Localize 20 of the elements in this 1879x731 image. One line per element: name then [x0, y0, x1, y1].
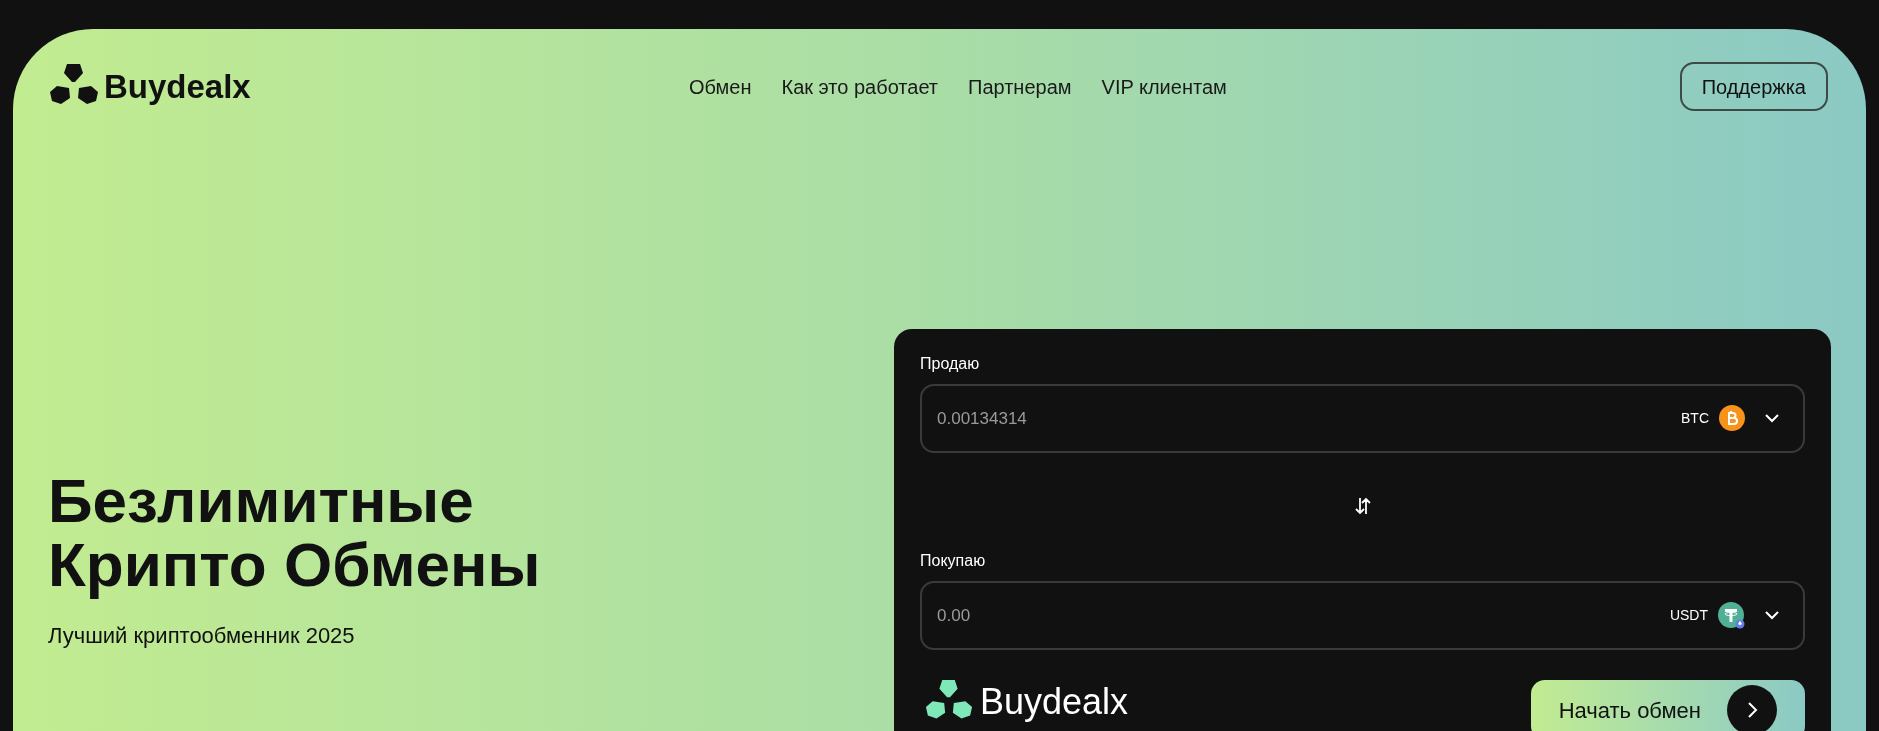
- arrow-right-icon: [1727, 685, 1777, 731]
- hero-subtitle: Лучший криптообменник 2025: [48, 621, 356, 650]
- nav-link[interactable]: VIP клиентам: [1101, 71, 1227, 102]
- swap-icon[interactable]: [1353, 495, 1372, 517]
- start-exchange-button[interactable]: Начать обмен: [1530, 680, 1805, 731]
- nav-link[interactable]: Обмен: [689, 71, 752, 102]
- field-label: Продаю: [920, 354, 980, 374]
- field-label: Покупаю: [920, 551, 986, 571]
- hero-title: Безлимитные Крипто Обмены: [48, 469, 542, 597]
- brand-name: Buydealx: [980, 684, 1129, 721]
- chevron-down-icon: [1765, 611, 1779, 620]
- nav-link[interactable]: Партнерам: [968, 71, 1072, 102]
- currency-select[interactable]: USDT: [1669, 602, 1779, 629]
- bitcoin-icon: [1719, 405, 1745, 431]
- chevron-down-icon: [1765, 413, 1779, 423]
- brand-name: Buydealx: [104, 70, 251, 103]
- currency-select[interactable]: BTC: [1681, 405, 1779, 431]
- tether-icon: [1718, 602, 1745, 629]
- support-button[interactable]: Поддержка: [1679, 62, 1828, 111]
- nav-link[interactable]: Как это работает: [781, 71, 939, 102]
